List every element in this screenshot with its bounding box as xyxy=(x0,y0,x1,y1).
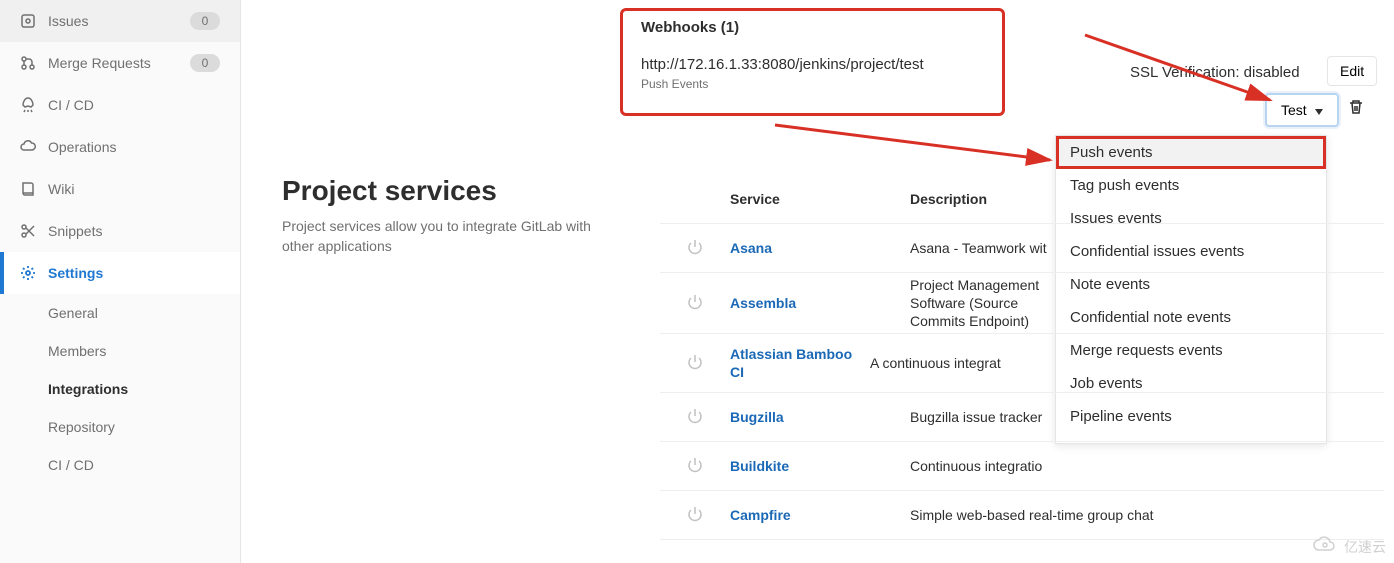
dropdown-item-push-events[interactable]: Push events xyxy=(1056,136,1326,169)
sidebar: Issues 0 Merge Requests 0 CI / CD Operat… xyxy=(0,0,241,563)
section-title: Project services xyxy=(282,175,602,207)
book-icon xyxy=(20,181,36,197)
sidebar-item-label: Operations xyxy=(48,139,220,155)
webhook-title: Webhooks (1) xyxy=(641,19,984,36)
sidebar-item-label: Wiki xyxy=(48,181,220,197)
power-icon xyxy=(687,354,703,373)
sidebar-item-label: Merge Requests xyxy=(48,55,190,71)
sidebar-item-label: Issues xyxy=(48,13,190,29)
sidebar-sub-label: Integrations xyxy=(48,381,128,397)
sidebar-item-ci-cd[interactable]: CI / CD xyxy=(0,84,240,126)
sidebar-item-snippets[interactable]: Snippets xyxy=(0,210,240,252)
edit-button[interactable]: Edit xyxy=(1327,56,1377,86)
cloud-icon xyxy=(20,139,36,155)
service-desc: Project Management Software (Source Comm… xyxy=(910,276,1070,331)
test-button-label: Test xyxy=(1281,102,1307,118)
badge-count: 0 xyxy=(190,54,220,72)
caret-down-icon xyxy=(1315,102,1323,118)
merge-icon xyxy=(20,55,36,71)
service-link-assembla[interactable]: Assembla xyxy=(730,295,796,311)
sidebar-sub-label: Repository xyxy=(48,419,115,435)
col-header-service: Service xyxy=(730,191,910,207)
sidebar-sub-members[interactable]: Members xyxy=(0,332,240,370)
service-desc: Bugzilla issue tracker xyxy=(910,409,1384,425)
sidebar-item-merge-requests[interactable]: Merge Requests 0 xyxy=(0,42,240,84)
table-row: Asana Asana - Teamwork wit xyxy=(660,224,1384,273)
table-row: Bugzilla Bugzilla issue tracker xyxy=(660,393,1384,442)
service-link-bugzilla[interactable]: Bugzilla xyxy=(730,409,784,425)
table-row: Assembla Project Management Software (So… xyxy=(660,273,1384,334)
rocket-icon xyxy=(20,97,36,113)
service-desc: Continuous integratio xyxy=(910,458,1384,474)
col-header-description: Description xyxy=(910,191,1384,207)
sidebar-sub-label: General xyxy=(48,305,98,321)
section-desc: Project services allow you to integrate … xyxy=(282,217,602,256)
sidebar-item-label: CI / CD xyxy=(48,97,220,113)
webhook-events: Push Events xyxy=(641,77,984,91)
main-content: Project services Project services allow … xyxy=(240,0,1394,563)
sidebar-sub-label: CI / CD xyxy=(48,457,94,473)
power-icon xyxy=(687,506,703,525)
webhook-url: http://172.16.1.33:8080/jenkins/project/… xyxy=(641,56,984,73)
service-link-campfire[interactable]: Campfire xyxy=(730,507,791,523)
delete-button[interactable] xyxy=(1342,98,1370,119)
test-button[interactable]: Test xyxy=(1265,93,1339,127)
table-row: Campfire Simple web-based real-time grou… xyxy=(660,491,1384,540)
services-table: Service Description Asana Asana - Teamwo… xyxy=(660,175,1384,540)
sidebar-item-settings[interactable]: Settings xyxy=(0,252,240,294)
badge-count: 0 xyxy=(190,12,220,30)
sidebar-sub-integrations[interactable]: Integrations xyxy=(0,370,240,408)
scissors-icon xyxy=(20,223,36,239)
sidebar-sub-label: Members xyxy=(48,343,106,359)
service-link-bamboo[interactable]: Atlassian Bamboo CI xyxy=(730,346,852,380)
sidebar-item-label: Snippets xyxy=(48,223,220,239)
sidebar-item-wiki[interactable]: Wiki xyxy=(0,168,240,210)
power-icon xyxy=(687,239,703,258)
table-row: Buildkite Continuous integratio xyxy=(660,442,1384,491)
power-icon xyxy=(687,457,703,476)
service-link-asana[interactable]: Asana xyxy=(730,240,772,256)
sidebar-sub-general[interactable]: General xyxy=(0,294,240,332)
power-icon xyxy=(687,408,703,427)
service-desc: A continuous integrat xyxy=(870,355,1384,371)
sidebar-sub-ci-cd[interactable]: CI / CD xyxy=(0,446,240,484)
cloud-logo-icon xyxy=(1312,536,1340,557)
sidebar-sub-repository[interactable]: Repository xyxy=(0,408,240,446)
service-desc: Asana - Teamwork wit xyxy=(910,240,1384,256)
section-heading: Project services Project services allow … xyxy=(282,175,602,256)
service-link-buildkite[interactable]: Buildkite xyxy=(730,458,789,474)
table-row: Atlassian Bamboo CI A continuous integra… xyxy=(660,334,1384,393)
sidebar-item-operations[interactable]: Operations xyxy=(0,126,240,168)
power-icon xyxy=(687,294,703,313)
watermark-text: 亿速云 xyxy=(1344,537,1386,557)
sidebar-item-label: Settings xyxy=(48,265,220,281)
webhook-box: Webhooks (1) http://172.16.1.33:8080/jen… xyxy=(620,8,1005,116)
sidebar-item-issues[interactable]: Issues 0 xyxy=(0,0,240,42)
ssl-verification-text: SSL Verification: disabled xyxy=(1130,64,1300,81)
gear-icon xyxy=(20,265,36,281)
annotation-arrow xyxy=(770,120,1060,180)
watermark: 亿速云 xyxy=(1312,536,1386,557)
table-header: Service Description xyxy=(660,175,1384,224)
trash-icon xyxy=(1348,103,1364,118)
issues-icon xyxy=(20,13,36,29)
service-desc: Simple web-based real-time group chat xyxy=(910,507,1384,523)
